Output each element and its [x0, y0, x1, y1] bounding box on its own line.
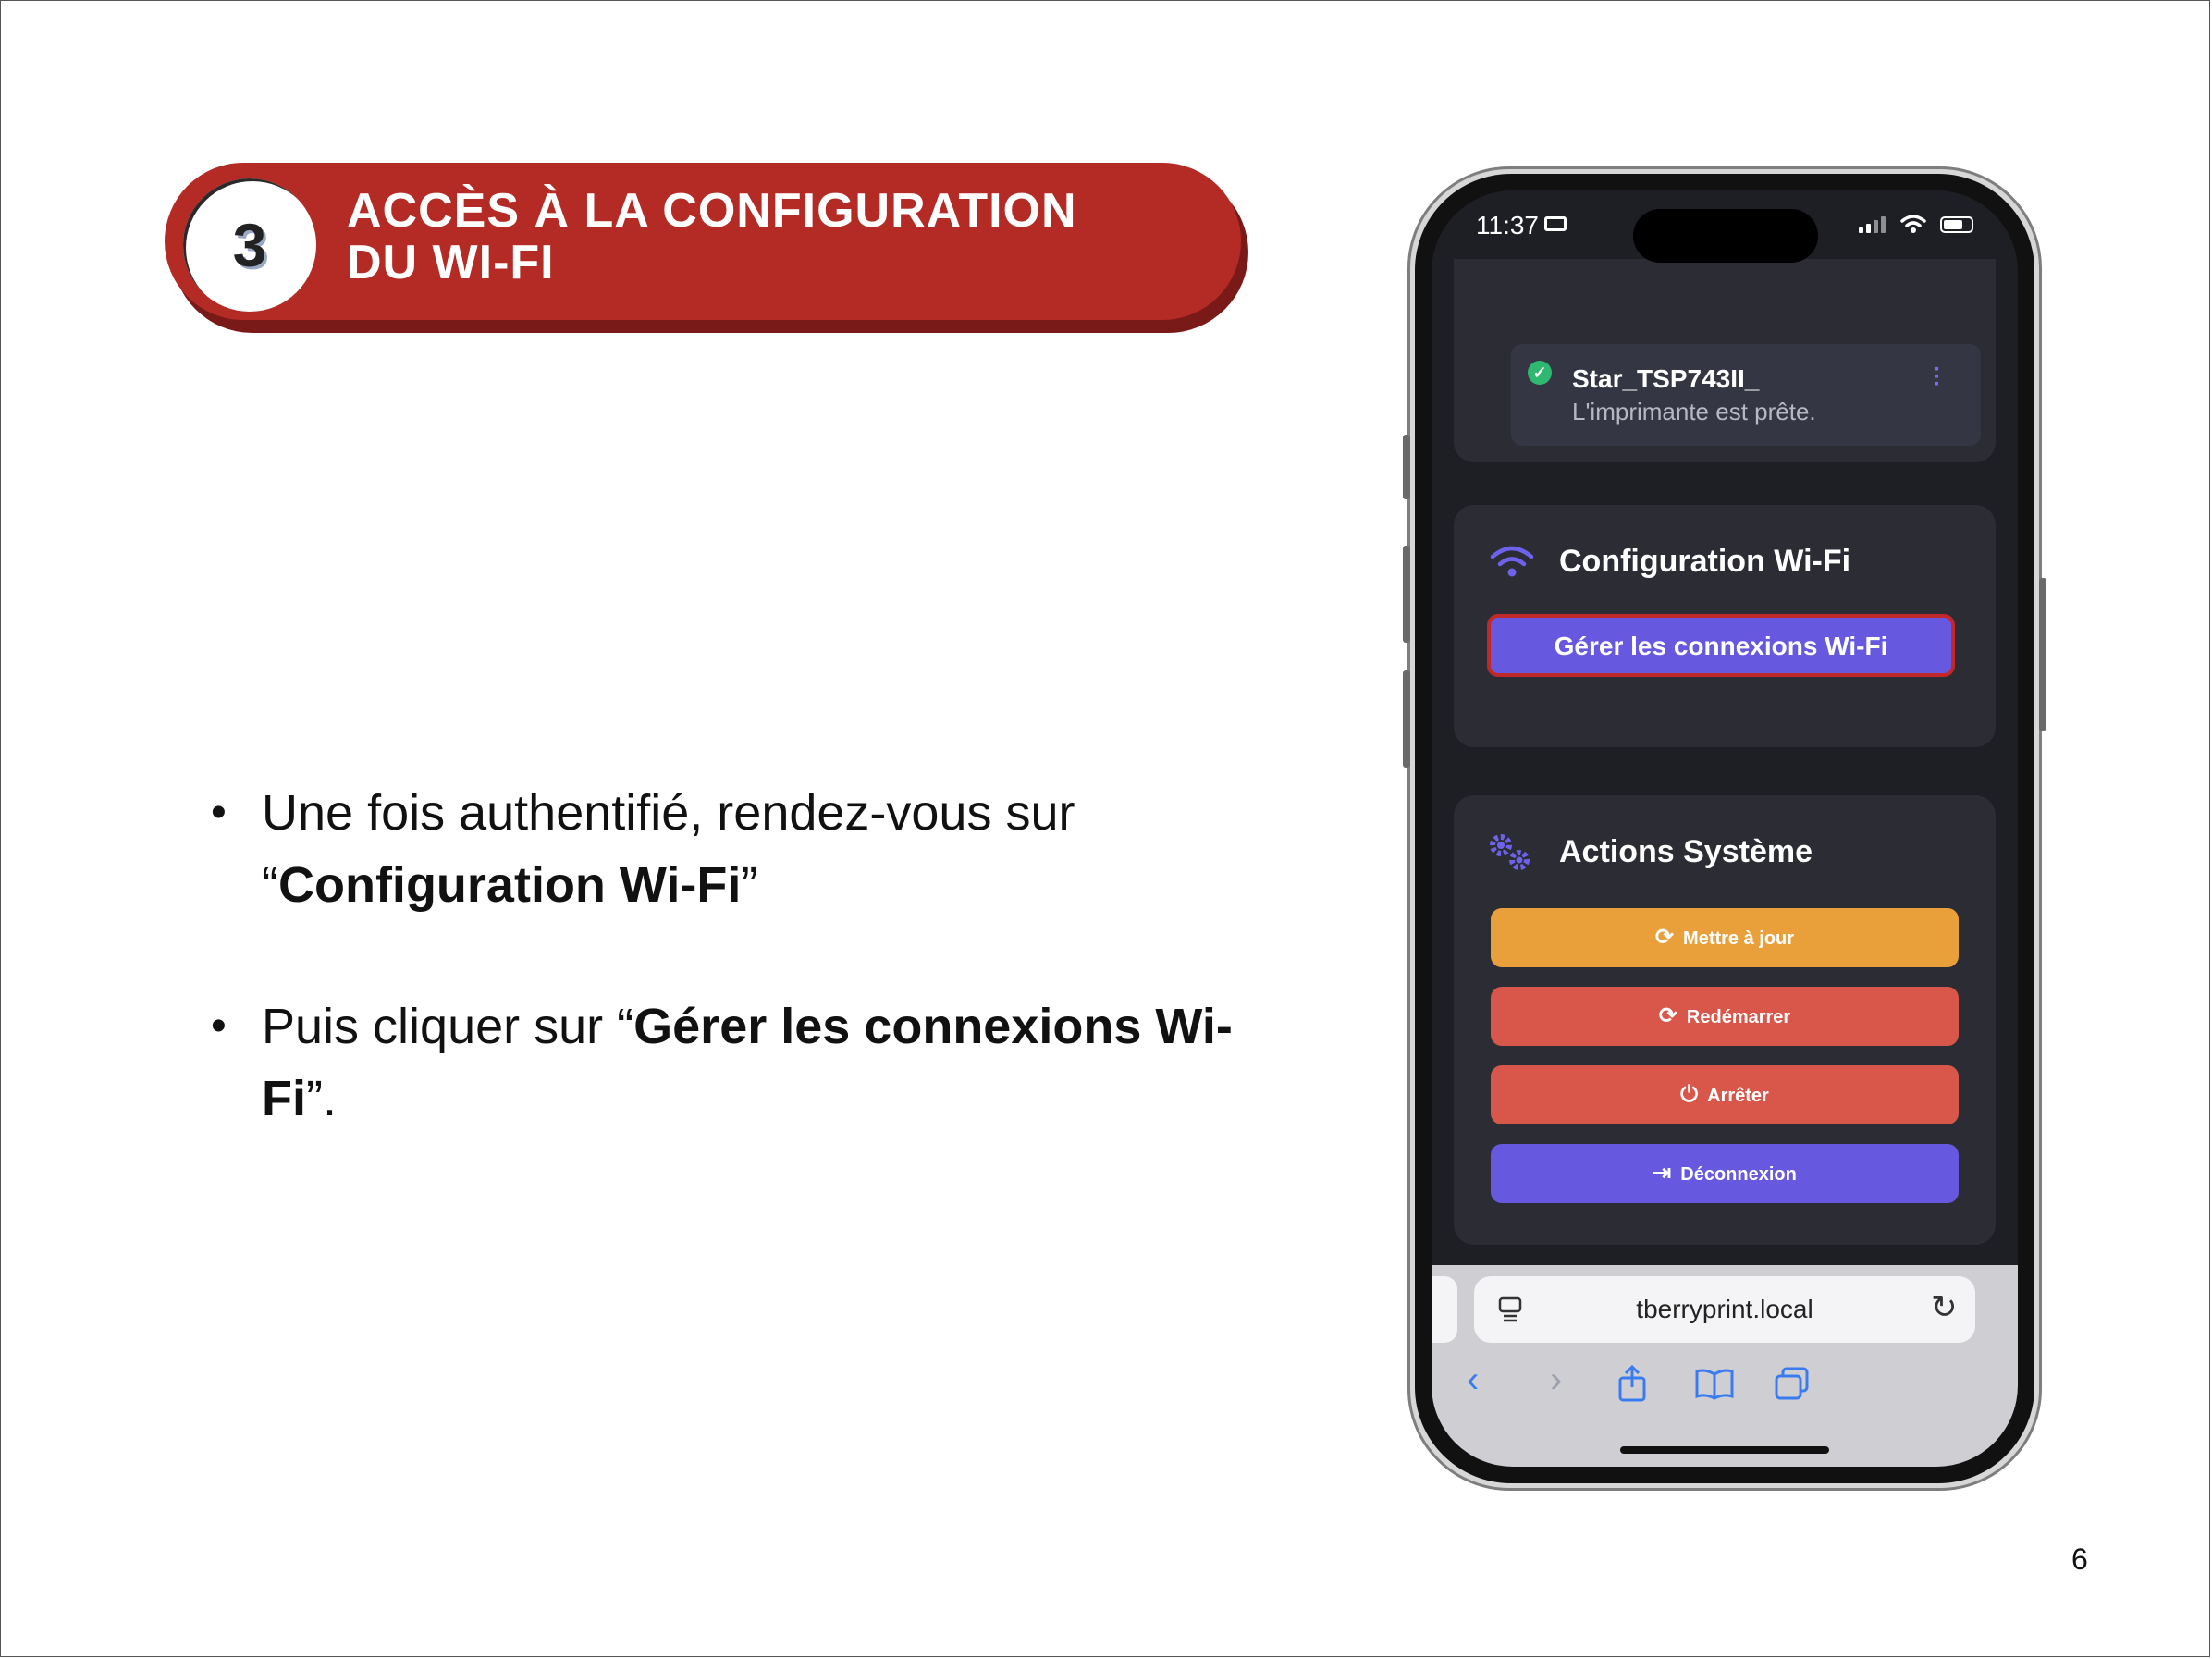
step-number: 3	[232, 211, 267, 279]
update-button-label: Mettre à jour	[1683, 928, 1795, 949]
phone-volume-down-button	[1403, 670, 1410, 768]
tabs-icon[interactable]	[1774, 1367, 1811, 1402]
url-text: tberryprint.local	[1636, 1295, 1813, 1323]
status-bar: 11:37	[1432, 190, 2018, 263]
section-title-line2: DU WI-FI	[347, 236, 555, 289]
status-time: 11:37	[1476, 211, 1539, 240]
update-button[interactable]: ⟳ Mettre à jour	[1491, 908, 1959, 967]
signal-icon	[1859, 216, 1890, 233]
restart-button-label: Redémarrer	[1686, 1007, 1791, 1027]
check-circle-icon: ✓	[1528, 361, 1552, 385]
phone-power-button	[2039, 578, 2046, 731]
page-number: 6	[2071, 1542, 2088, 1576]
logout-button-label: Déconnexion	[1680, 1164, 1797, 1185]
instruction-item: Une fois authentifié, rendez-vous sur “C…	[211, 777, 1265, 921]
previous-tab-peek[interactable]	[1432, 1276, 1457, 1343]
browser-toolbar: tberryprint.local ↻ ‹ ›	[1432, 1265, 2018, 1467]
logout-icon: ⇥	[1653, 1161, 1672, 1186]
battery-icon	[1940, 216, 1973, 233]
manage-wifi-button[interactable]: Gérer les connexions Wi-Fi	[1487, 614, 1955, 677]
home-indicator[interactable]	[1620, 1446, 1829, 1454]
sync-icon: ⟳	[1654, 925, 1675, 950]
phone-volume-up-button	[1403, 546, 1410, 643]
screen-mirroring-icon	[1544, 216, 1567, 231]
sync-icon: ⟳	[1658, 1003, 1677, 1028]
printers-card: ✓ Star_TSP743II_ L'imprimante est prête.…	[1454, 227, 1996, 462]
reload-icon[interactable]: ↻	[1931, 1289, 1958, 1326]
section-title-line1: ACCÈS À LA CONFIGURATION	[347, 184, 1077, 238]
phone-screen: ✓ Star_TSP743II_ L'imprimante est prête.…	[1432, 190, 2018, 1467]
wifi-section-title: Configuration Wi-Fi	[1559, 544, 1851, 579]
wifi-status-icon	[1900, 215, 1926, 233]
section-title: ACCÈS À LA CONFIGURATION DU WI-FI	[347, 185, 1179, 289]
gears-icon	[1490, 834, 1530, 870]
instruction-emphasis: Configuration Wi-Fi	[277, 857, 742, 913]
printer-name: Star_TSP743II_	[1572, 364, 1760, 393]
power-icon: ⏻	[1680, 1082, 1699, 1107]
dynamic-island	[1633, 209, 1818, 263]
instruction-item: Puis cliquer sur “Gérer les connexions W…	[211, 990, 1265, 1135]
address-bar[interactable]: tberryprint.local ↻	[1474, 1276, 1975, 1343]
phone-side-button	[1403, 435, 1410, 499]
printer-status: L'imprimante est prête.	[1572, 398, 1816, 425]
instruction-text-end: ”.	[306, 1071, 337, 1126]
instruction-text-end: ”	[741, 857, 758, 913]
wifi-icon	[1490, 546, 1534, 577]
back-icon[interactable]: ‹	[1467, 1359, 1479, 1401]
share-icon[interactable]	[1616, 1365, 1648, 1402]
instruction-list: Une fois authentifié, rendez-vous sur “C…	[211, 777, 1265, 1204]
shutdown-button-label: Arrêter	[1707, 1086, 1769, 1106]
restart-button[interactable]: ⟳ Redémarrer	[1491, 987, 1959, 1046]
shutdown-button[interactable]: ⏻ Arrêter	[1491, 1065, 1959, 1124]
forward-icon[interactable]: ›	[1550, 1359, 1562, 1401]
instruction-text: Puis cliquer sur “	[262, 999, 634, 1054]
system-actions-card: Actions Système ⟳ Mettre à jour ⟳ Redémarr…	[1454, 795, 1996, 1245]
system-section-title: Actions Système	[1559, 834, 1813, 869]
bookmarks-icon[interactable]	[1694, 1369, 1735, 1400]
logout-button[interactable]: ⇥ Déconnexion	[1491, 1144, 1959, 1203]
wifi-config-card: Configuration Wi-Fi Gérer les connexions…	[1454, 505, 1996, 747]
printer-item[interactable]: ✓ Star_TSP743II_ L'imprimante est prête.…	[1511, 344, 1981, 446]
kebab-menu-icon[interactable]: · · ·	[1933, 359, 1942, 396]
